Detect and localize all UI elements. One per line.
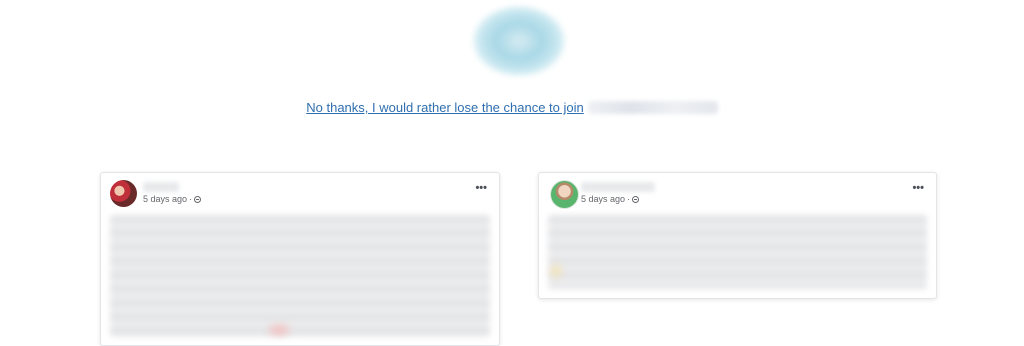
decline-link-row: No thanks, I would rather lose the chanc…	[0, 100, 1024, 115]
globe-icon	[632, 196, 640, 203]
blurred-reaction-spot	[269, 325, 289, 335]
post-meta: 5 days ago ·	[581, 194, 640, 204]
avatar[interactable]	[110, 180, 137, 207]
page: No thanks, I would rather lose the chanc…	[0, 0, 1024, 346]
meta-separator: ·	[627, 194, 631, 204]
post-time[interactable]: 5 days ago	[143, 194, 187, 204]
blurred-post-content	[548, 215, 927, 289]
globe-icon	[194, 196, 202, 203]
post-card: 5 days ago · •••	[538, 172, 937, 299]
blurred-post-content	[110, 215, 490, 337]
blurred-author-name[interactable]	[143, 182, 179, 192]
decline-link[interactable]: No thanks, I would rather lose the chanc…	[306, 100, 718, 115]
blurred-author-name[interactable]	[581, 182, 655, 192]
blurred-logo-image	[473, 6, 565, 76]
meta-separator: ·	[189, 194, 193, 204]
blurred-emoji-spot	[551, 265, 561, 277]
avatar[interactable]	[550, 180, 579, 209]
more-options-icon[interactable]: •••	[912, 183, 924, 194]
post-meta: 5 days ago ·	[143, 194, 202, 204]
post-card: 5 days ago · •••	[100, 172, 500, 346]
blurred-group-name	[587, 101, 718, 114]
post-time[interactable]: 5 days ago	[581, 194, 625, 204]
decline-link-text: No thanks, I would rather lose the chanc…	[306, 100, 584, 115]
more-options-icon[interactable]: •••	[475, 183, 487, 194]
